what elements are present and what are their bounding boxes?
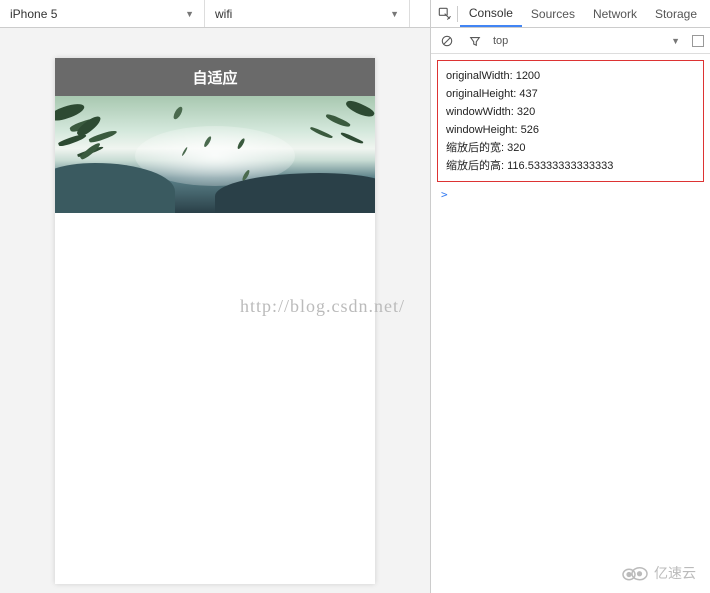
chevron-down-icon: ▼ <box>671 36 680 46</box>
tab-console[interactable]: Console <box>460 0 522 27</box>
network-select[interactable]: wifi ▼ <box>205 0 410 27</box>
page-title-bar: 自适应 <box>55 58 375 96</box>
preserve-log-checkbox[interactable] <box>692 35 704 47</box>
context-select[interactable]: top <box>493 35 663 47</box>
tab-network[interactable]: Network <box>584 0 646 27</box>
tab-storage[interactable]: Storage <box>646 0 706 27</box>
console-line: originalWidth: 1200 <box>446 67 695 85</box>
console-filter-bar: top ▼ <box>431 28 710 54</box>
device-select[interactable]: iPhone 5 ▼ <box>0 0 205 27</box>
console-line: 缩放后的宽: 320 <box>446 139 695 157</box>
console-line: originalHeight: 437 <box>446 85 695 103</box>
phone-frame: 自适应 <box>55 58 375 584</box>
tab-sources[interactable]: Sources <box>522 0 584 27</box>
console-line: windowHeight: 526 <box>446 121 695 139</box>
chevron-down-icon: ▼ <box>390 9 399 19</box>
console-line: windowWidth: 320 <box>446 103 695 121</box>
inspect-icon[interactable] <box>435 4 455 24</box>
page-title: 自适应 <box>192 67 237 88</box>
banner-image <box>55 96 375 213</box>
clear-console-icon[interactable] <box>437 31 457 51</box>
console-output: originalWidth: 1200 originalHeight: 437 … <box>437 60 704 182</box>
devtools-tabs: Console Sources Network Storage <box>431 0 710 28</box>
devtools-panel: Console Sources Network Storage top ▼ or… <box>430 0 710 593</box>
chevron-down-icon: ▼ <box>185 9 194 19</box>
filter-icon[interactable] <box>465 31 485 51</box>
console-line: 缩放后的高: 116.53333333333333 <box>446 157 695 175</box>
device-viewport-area: 自适应 <box>0 28 430 593</box>
console-prompt[interactable]: > <box>431 188 710 201</box>
network-select-value: wifi <box>215 7 232 21</box>
device-select-value: iPhone 5 <box>10 7 57 21</box>
